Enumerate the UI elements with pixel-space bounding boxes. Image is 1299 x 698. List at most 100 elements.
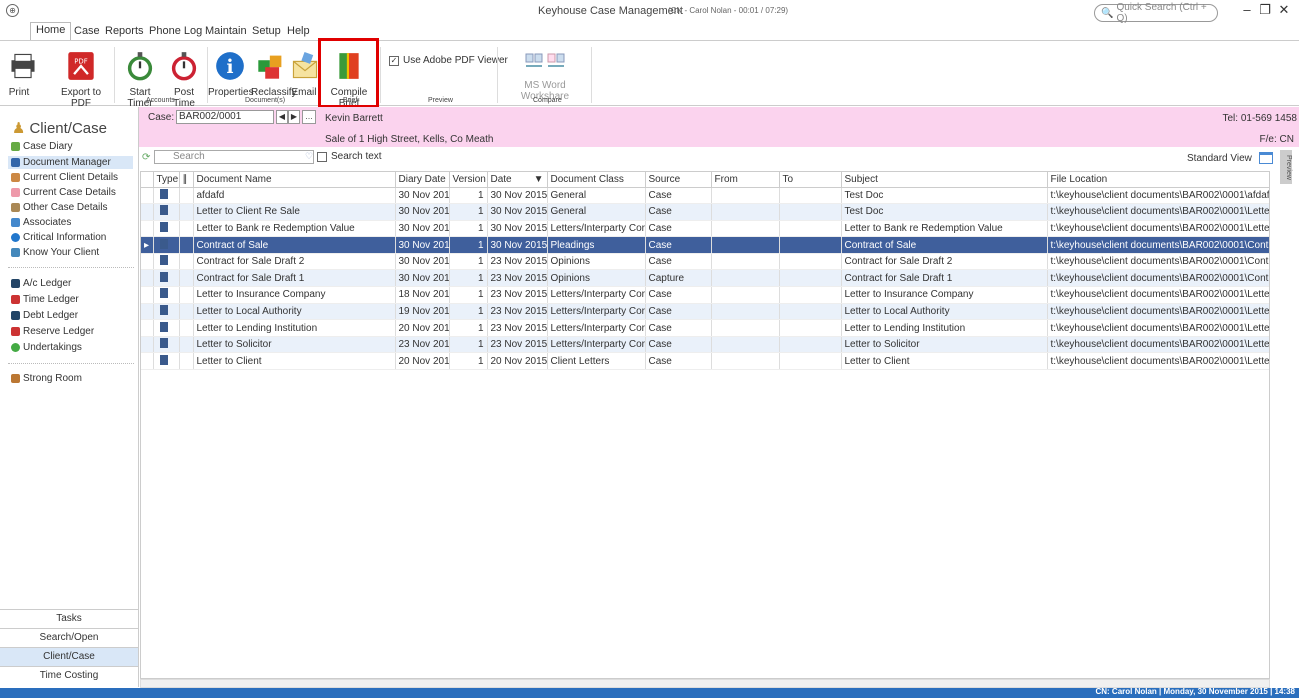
case-icon	[11, 188, 20, 197]
sidebar-item-document-manager[interactable]: Document Manager	[8, 156, 133, 169]
tab-case[interactable]: Case	[74, 25, 100, 37]
print-button[interactable]: Print	[8, 51, 35, 98]
sidebar-item-ac-ledger[interactable]: A/c Ledger	[11, 277, 136, 290]
filter-icon[interactable]: ♡	[305, 151, 313, 162]
paperclip-icon: ∥	[182, 173, 188, 185]
column-header[interactable]: Diary Date	[395, 172, 450, 188]
app-logo-icon[interactable]: ⊕	[6, 4, 19, 17]
case-number-field[interactable]: BAR002/0001	[176, 110, 274, 124]
file-location-cell: t:\keyhouse\client documents\BAR002\0001…	[1047, 269, 1269, 288]
table-row[interactable]: Letter to Local Authority19 Nov 2015123 …	[141, 303, 1269, 321]
table-row[interactable]: Letter to Lending Institution20 Nov 2015…	[141, 319, 1269, 337]
minimize-icon[interactable]: –	[1239, 2, 1255, 17]
use-adobe-checkbox[interactable]: ✓	[389, 55, 399, 66]
restore-icon[interactable]: ❐	[1257, 2, 1273, 18]
version-cell: 1	[449, 220, 488, 238]
search-input[interactable]: Search	[154, 150, 314, 164]
tab-setup[interactable]: Setup	[252, 25, 281, 37]
type-cell	[153, 220, 180, 238]
column-header[interactable]: Type	[153, 172, 180, 188]
refresh-icon[interactable]: ⟳	[142, 152, 150, 163]
ms-word-worksheet-button[interactable]: MS Word Workshare	[500, 51, 590, 102]
file-location-cell: t:\keyhouse\client documents\BAR002\0001…	[1047, 203, 1269, 221]
view-layout-icon[interactable]	[1259, 152, 1273, 164]
table-row[interactable]: Contract for Sale Draft 230 Nov 2015123 …	[141, 253, 1269, 271]
column-header[interactable]: Document Class	[547, 172, 646, 188]
tab-phone-log[interactable]: Phone Log	[149, 25, 202, 37]
preview-side-tab[interactable]: Preview	[1280, 150, 1292, 184]
sidebar-item-label: Time Ledger	[23, 294, 79, 305]
sidebar-item-current-client-details[interactable]: Current Client Details	[11, 171, 136, 184]
document-icon	[159, 188, 168, 199]
info-icon	[11, 233, 20, 242]
column-header[interactable]: File Location	[1047, 172, 1269, 188]
column-header[interactable]: Version	[449, 172, 488, 188]
document-icon	[159, 271, 168, 282]
reclassify-button[interactable]: Reclassify	[251, 51, 297, 98]
table-row[interactable]: Letter to Insurance Company18 Nov 201512…	[141, 286, 1269, 304]
export-pdf-button[interactable]: PDF Export to PDF	[50, 51, 112, 109]
next-case-icon[interactable]: ▶	[288, 110, 300, 124]
sidebar-item-reserve-ledger[interactable]: Reserve Ledger	[11, 325, 136, 338]
table-row[interactable]: ▸Contract of Sale30 Nov 2015130 Nov 2015…	[141, 236, 1269, 254]
case-header: Case: BAR002/0001 ◀ ▶ … Kevin Barrett Sa…	[139, 107, 1299, 147]
version-cell: 1	[449, 236, 488, 254]
sidebar-item-other-case-details[interactable]: Other Case Details	[11, 201, 136, 214]
row-indicator	[141, 187, 154, 205]
prev-case-icon[interactable]: ◀	[276, 110, 288, 124]
file-location-cell: t:\keyhouse\client documents\BAR002\0001…	[1047, 286, 1269, 304]
info-icon: i	[216, 52, 244, 80]
sidebar-item-strong-room[interactable]: Strong Room	[11, 372, 136, 385]
search-text-checkbox[interactable]	[317, 152, 327, 162]
nav-client-case[interactable]: Client/Case	[0, 647, 138, 666]
sidebar-item-undertakings[interactable]: Undertakings	[11, 341, 136, 354]
sidebar-item-case-diary[interactable]: Case Diary	[11, 140, 136, 153]
stopwatch-red-icon	[171, 52, 197, 81]
sidebar-item-time-ledger[interactable]: Time Ledger	[11, 293, 136, 306]
column-header[interactable]: Subject	[841, 172, 1048, 188]
ledger-icon	[11, 279, 20, 288]
diary-date-cell: 20 Nov 2015	[395, 352, 450, 371]
column-header[interactable]: Date ▼	[487, 172, 548, 188]
properties-button[interactable]: i Properties	[208, 51, 254, 98]
date-cell: 20 Nov 2015	[487, 352, 548, 371]
nav-tasks[interactable]: Tasks	[0, 609, 138, 628]
document-name-cell: afdafd	[193, 187, 396, 205]
sidebar-item-current-case-details[interactable]: Current Case Details	[11, 186, 136, 199]
tab-maintain[interactable]: Maintain	[205, 25, 247, 37]
column-header[interactable]: From	[711, 172, 780, 188]
table-row[interactable]: Letter to Bank re Redemption Value 30 Nov…	[141, 220, 1269, 238]
date-cell: 23 Nov 2015	[487, 253, 548, 271]
tab-help[interactable]: Help	[287, 25, 310, 37]
client-name: Kevin Barrett	[325, 113, 383, 124]
nav-search-open[interactable]: Search/Open	[0, 628, 138, 647]
sidebar-item-associates[interactable]: Associates	[11, 216, 136, 229]
column-header[interactable]: To	[779, 172, 842, 188]
sidebar-item-debt-ledger[interactable]: Debt Ledger	[11, 309, 136, 322]
nav-time-costing[interactable]: Time Costing	[0, 666, 138, 685]
close-icon[interactable]: ✕	[1276, 2, 1292, 18]
table-row[interactable]: Letter to Solicitor23 Nov 2015123 Nov 20…	[141, 336, 1269, 354]
tab-reports[interactable]: Reports	[105, 25, 144, 37]
from-cell	[711, 286, 780, 304]
ribbon-separator	[114, 47, 115, 103]
sidebar-item-critical-information[interactable]: Critical Information	[11, 231, 136, 244]
tab-home[interactable]: Home	[30, 22, 72, 40]
print-label: Print	[8, 87, 30, 98]
standard-view-label[interactable]: Standard View	[1187, 153, 1252, 164]
grid-header-row: Type ∥ Document Name Diary Date Version …	[141, 172, 1269, 188]
table-row[interactable]: afdafd30 Nov 2015130 Nov 2015GeneralCase…	[141, 187, 1269, 205]
column-header[interactable]: Document Name	[193, 172, 396, 188]
use-adobe-checkbox-row[interactable]: ✓ Use Adobe PDF Viewer	[389, 55, 508, 66]
date-cell: 30 Nov 2015	[487, 236, 548, 254]
quick-search-input[interactable]: 🔍 Quick Search (Ctrl + Q)	[1094, 2, 1218, 24]
column-header[interactable]: Source	[645, 172, 712, 188]
email-button[interactable]: Email	[290, 51, 318, 98]
attachment-column-header[interactable]: ∥	[179, 172, 194, 188]
sidebar-item-know-your-client[interactable]: Know Your Client	[11, 246, 136, 259]
table-row[interactable]: Letter to Client20 Nov 2015120 Nov 2015C…	[141, 352, 1269, 371]
table-row[interactable]: Contract for Sale Draft 130 Nov 2015123 …	[141, 269, 1269, 288]
table-row[interactable]: Letter to Client Re Sale30 Nov 2015130 N…	[141, 203, 1269, 221]
document-name-cell: Contract for Sale Draft 1	[193, 269, 396, 288]
case-lookup-button[interactable]: …	[302, 110, 316, 124]
